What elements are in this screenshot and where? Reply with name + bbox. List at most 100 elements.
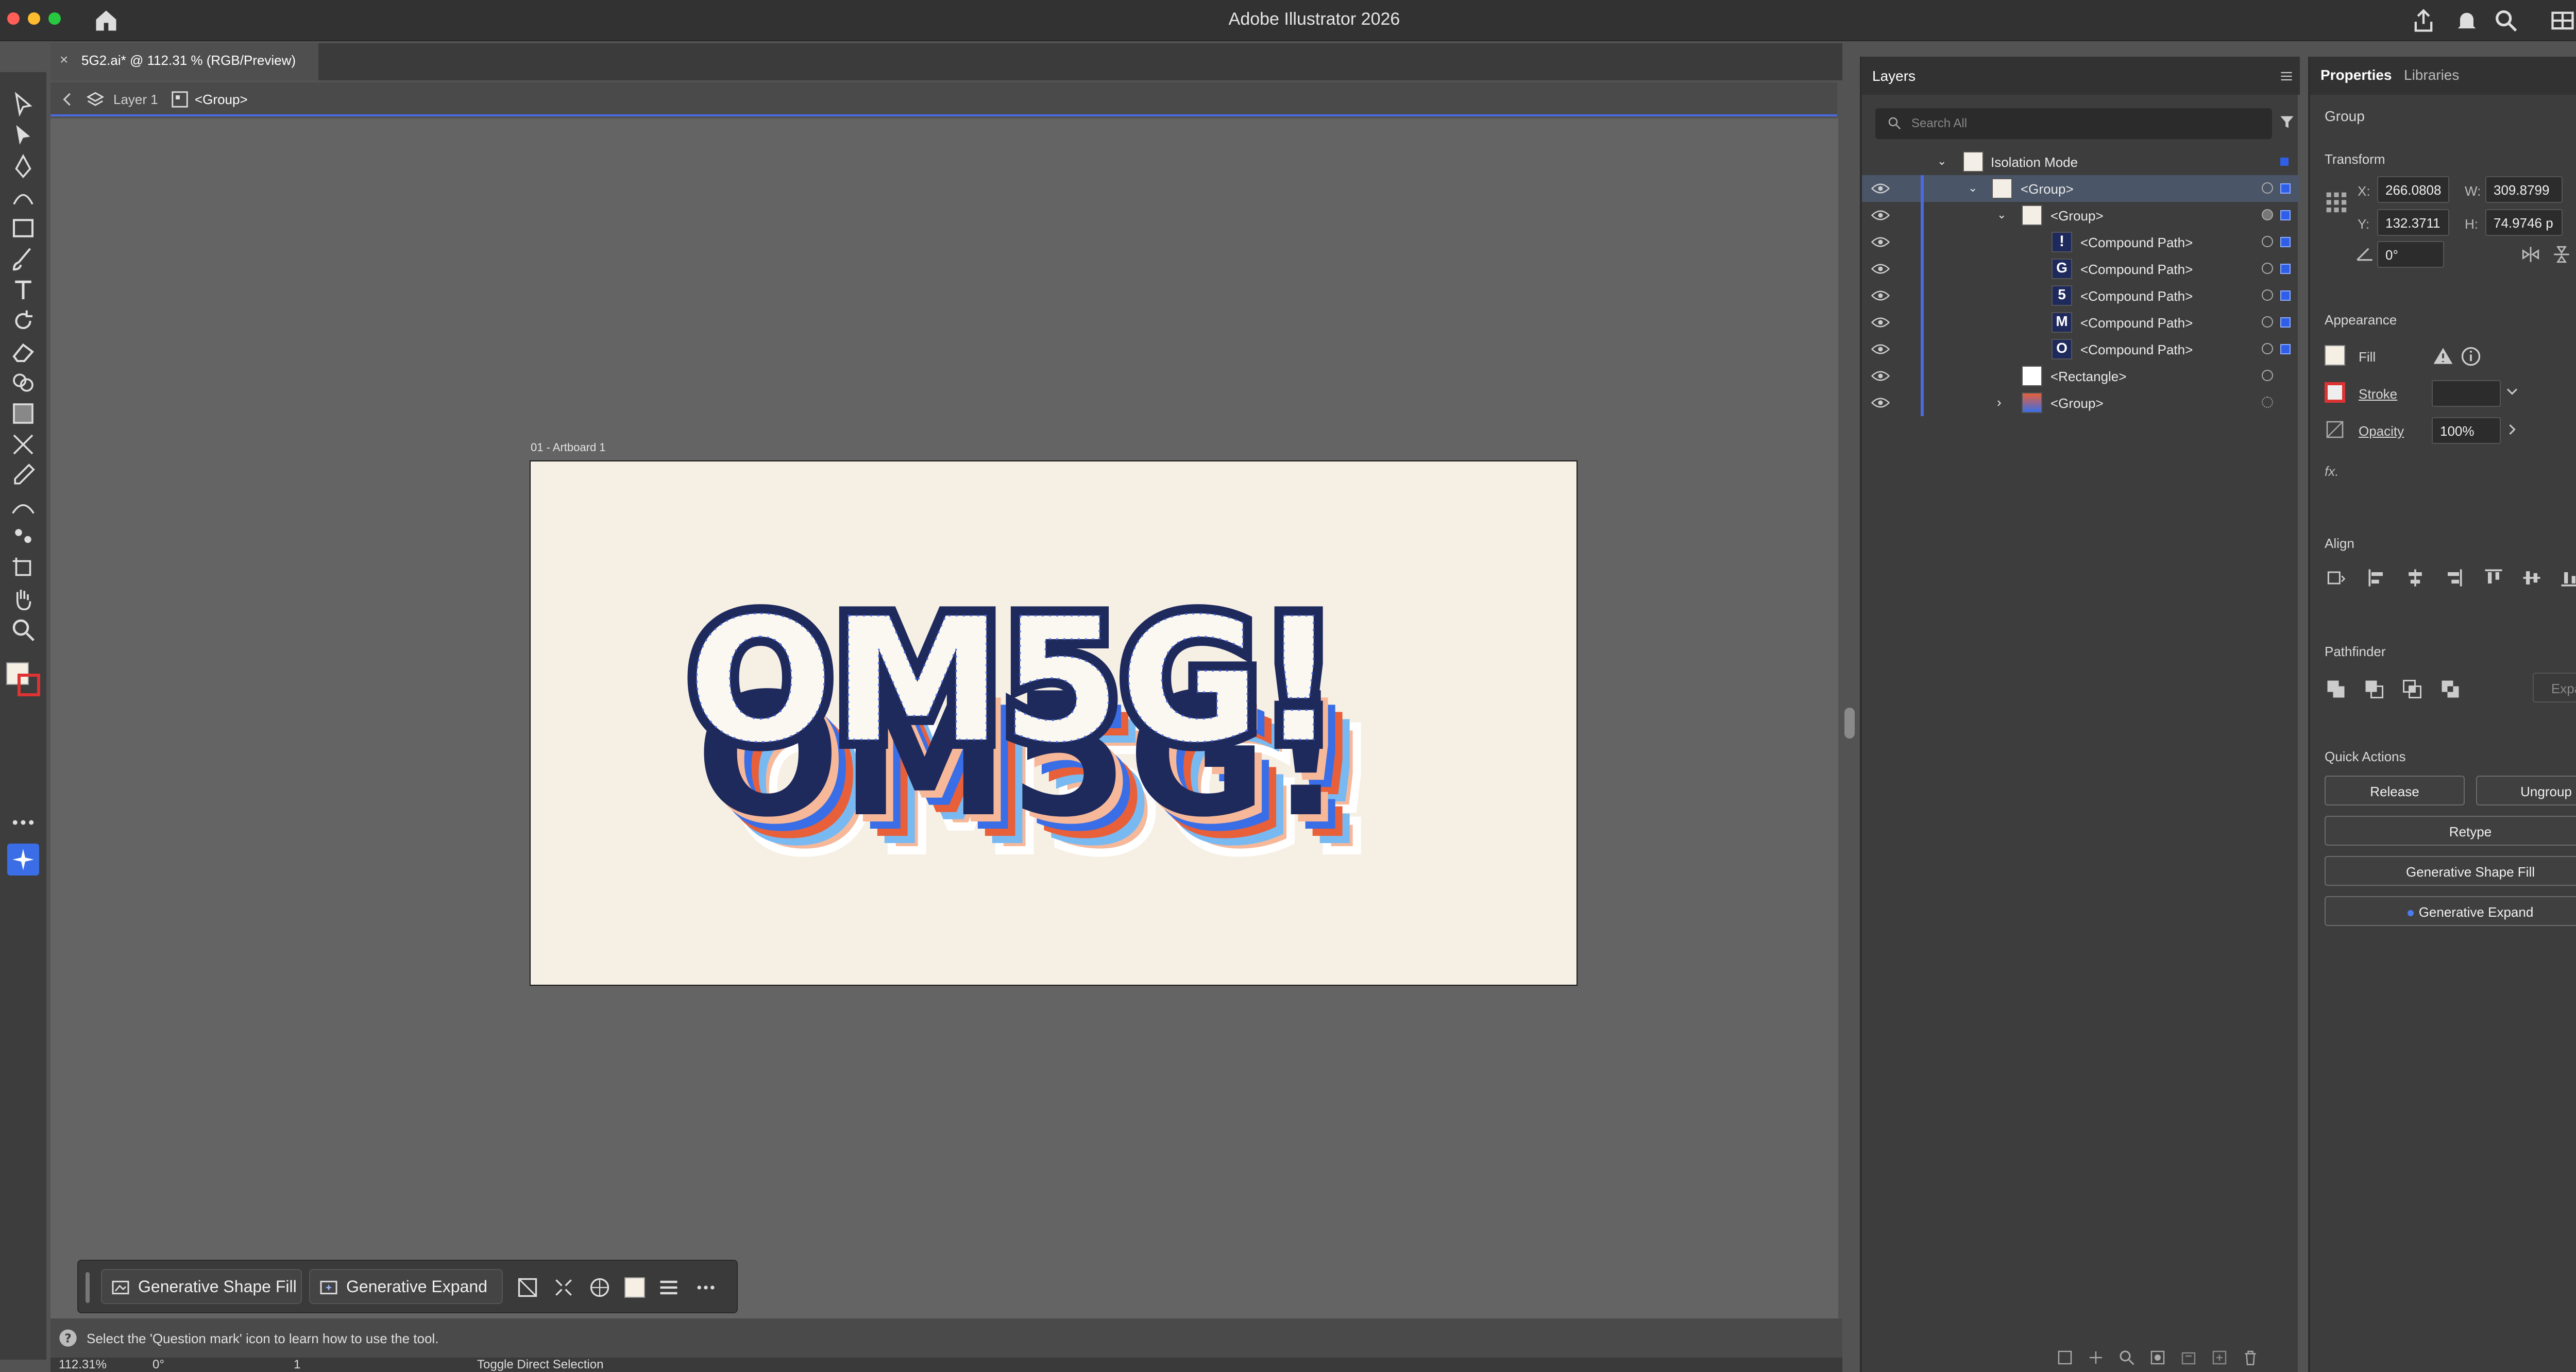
align-top-icon[interactable]	[2482, 567, 2505, 589]
layer-row-rectangle[interactable]: <Rectangle>	[1862, 363, 2300, 389]
visibility-eye-icon[interactable]	[1871, 236, 1890, 248]
blend-tool-icon[interactable]	[9, 492, 37, 520]
curvature-tool-icon[interactable]	[9, 183, 37, 211]
layer-row-compound-path-1[interactable]: ! <Compound Path>	[1862, 229, 2300, 255]
transform-each-icon[interactable]	[552, 1276, 575, 1299]
release-button[interactable]: Release	[2325, 776, 2465, 805]
paintbrush-tool-icon[interactable]	[9, 245, 37, 273]
shape-builder-tool-icon[interactable]	[9, 369, 37, 397]
direct-selection-tool-icon[interactable]	[9, 122, 37, 149]
zoom-level[interactable]: 112.31%	[59, 1358, 107, 1372]
visibility-eye-icon[interactable]	[1871, 397, 1890, 409]
flip-vertical-icon[interactable]	[2550, 243, 2573, 266]
y-field[interactable]: 132.3711	[2377, 209, 2449, 236]
expand-button[interactable]: Expand	[2533, 673, 2576, 702]
minus-front-icon[interactable]	[2363, 678, 2385, 700]
selection-indicator[interactable]	[2280, 158, 2289, 166]
fill-swatch[interactable]	[2325, 345, 2345, 366]
selection-tool-icon[interactable]	[9, 91, 37, 118]
layer-row-compound-path-2[interactable]: G <Compound Path>	[1862, 255, 2300, 282]
fx-button[interactable]: fx.	[2325, 464, 2338, 479]
artboard-tool-icon[interactable]	[9, 554, 37, 582]
vertical-scrollbar[interactable]	[1841, 118, 1857, 1318]
visibility-eye-icon[interactable]	[1871, 370, 1890, 382]
chevron-right-icon[interactable]: ›	[1997, 395, 2002, 410]
generative-expand-quick-button[interactable]: Generative Expand	[2325, 896, 2576, 926]
pen-tool-icon[interactable]	[9, 152, 37, 180]
selection-square[interactable]	[2280, 237, 2291, 247]
layer-row-compound-path-4[interactable]: M <Compound Path>	[1862, 309, 2300, 336]
target-circle-icon[interactable]	[2262, 397, 2273, 408]
generative-expand-button[interactable]: Generative Expand	[309, 1269, 503, 1304]
layer-row-compound-path-5[interactable]: O <Compound Path>	[1862, 336, 2300, 363]
fill-color-chip[interactable]	[624, 1277, 645, 1298]
opacity-field[interactable]: 100%	[2432, 417, 2501, 444]
chevron-right-icon[interactable]	[2503, 420, 2521, 439]
rectangle-tool-icon[interactable]	[9, 214, 37, 242]
symbol-sprayer-tool-icon[interactable]	[9, 523, 37, 551]
ungroup-button[interactable]: Ungroup	[2476, 776, 2576, 805]
share-icon[interactable]	[2410, 7, 2437, 34]
layers-tab[interactable]: Layers	[1872, 68, 1916, 84]
layer-row-group-1[interactable]: ⌄ <Group>	[1862, 175, 2300, 202]
eraser-tool-icon[interactable]	[9, 338, 37, 366]
artboard[interactable]: OM5G! OM5G! OM5G! OM5G! OM5G! OM5G! OM5G…	[531, 461, 1577, 985]
stroke-weight-icon[interactable]	[657, 1276, 680, 1299]
target-circle-icon[interactable]	[2262, 209, 2273, 220]
document-tab[interactable]: × 5G2.ai* @ 112.31 % (RGB/Preview)	[50, 43, 318, 80]
visibility-eye-icon[interactable]	[1871, 209, 1890, 221]
workspace-switcher-icon[interactable]	[2549, 7, 2576, 34]
gradient-tool-icon[interactable]	[9, 400, 37, 427]
info-icon[interactable]	[2460, 345, 2482, 368]
clipping-mask-icon[interactable]	[2148, 1348, 2167, 1367]
chevron-down-icon[interactable]: ⌄	[1937, 155, 1946, 168]
question-mark-icon[interactable]: ?	[58, 1328, 78, 1348]
unite-icon[interactable]	[2325, 678, 2347, 700]
type-tool-icon[interactable]	[9, 276, 37, 304]
locate-object-icon[interactable]	[2117, 1348, 2136, 1367]
artboard-number[interactable]: 1	[294, 1358, 300, 1372]
hand-tool-icon[interactable]	[9, 585, 37, 613]
image-trace-icon[interactable]	[516, 1276, 539, 1299]
visibility-eye-icon[interactable]	[1871, 316, 1890, 329]
trash-icon[interactable]	[2241, 1348, 2260, 1367]
reference-point-icon[interactable]	[2325, 191, 2347, 213]
scrollbar-thumb[interactable]	[1844, 708, 1855, 739]
chevron-down-icon[interactable]	[2503, 382, 2521, 401]
generative-shape-fill-button[interactable]: Generative Shape Fill	[101, 1269, 302, 1304]
new-sublayer-icon[interactable]	[2179, 1348, 2198, 1367]
stroke-swatch[interactable]	[2325, 382, 2345, 403]
search-icon[interactable]	[2493, 7, 2519, 34]
visibility-eye-icon[interactable]	[1871, 343, 1890, 355]
align-center-vertical-icon[interactable]	[2520, 567, 2543, 589]
selection-square[interactable]	[2280, 210, 2291, 220]
flip-horizontal-icon[interactable]	[2519, 243, 2542, 266]
warning-icon[interactable]	[2432, 345, 2454, 368]
back-arrow-icon[interactable]	[58, 90, 77, 109]
angle-field[interactable]: 0°	[2377, 241, 2444, 268]
chevron-down-icon[interactable]: ⌄	[1997, 208, 2006, 221]
generative-tool-button[interactable]	[7, 844, 39, 876]
align-to-icon[interactable]	[2325, 567, 2347, 589]
selection-square[interactable]	[2280, 264, 2291, 274]
h-field[interactable]: 74.9746 p	[2485, 209, 2563, 236]
more-options-icon[interactable]	[694, 1276, 717, 1299]
mesh-tool-icon[interactable]	[9, 431, 37, 458]
tab-libraries[interactable]: Libraries	[2404, 67, 2459, 83]
selection-square[interactable]	[2280, 317, 2291, 328]
fill-stroke-swatches[interactable]	[6, 662, 40, 696]
eyedropper-tool-icon[interactable]	[9, 461, 37, 489]
target-circle-icon[interactable]	[2262, 236, 2273, 247]
close-tab-icon[interactable]: ×	[60, 52, 68, 68]
tab-properties[interactable]: Properties	[2320, 67, 2392, 83]
target-circle-icon[interactable]	[2262, 263, 2273, 274]
x-field[interactable]: 266.0808	[2377, 176, 2449, 203]
align-center-horizontal-icon[interactable]	[2404, 567, 2427, 589]
notification-bell-icon[interactable]	[2453, 7, 2480, 34]
selection-square[interactable]	[2280, 344, 2291, 354]
generative-shape-fill-quick-button[interactable]: Generative Shape Fill	[2325, 856, 2576, 886]
collect-icon[interactable]	[2087, 1348, 2105, 1367]
layer-row-compound-path-3[interactable]: 5 <Compound Path>	[1862, 282, 2300, 309]
recolor-icon[interactable]	[588, 1276, 611, 1299]
more-tools-icon[interactable]	[9, 809, 37, 836]
